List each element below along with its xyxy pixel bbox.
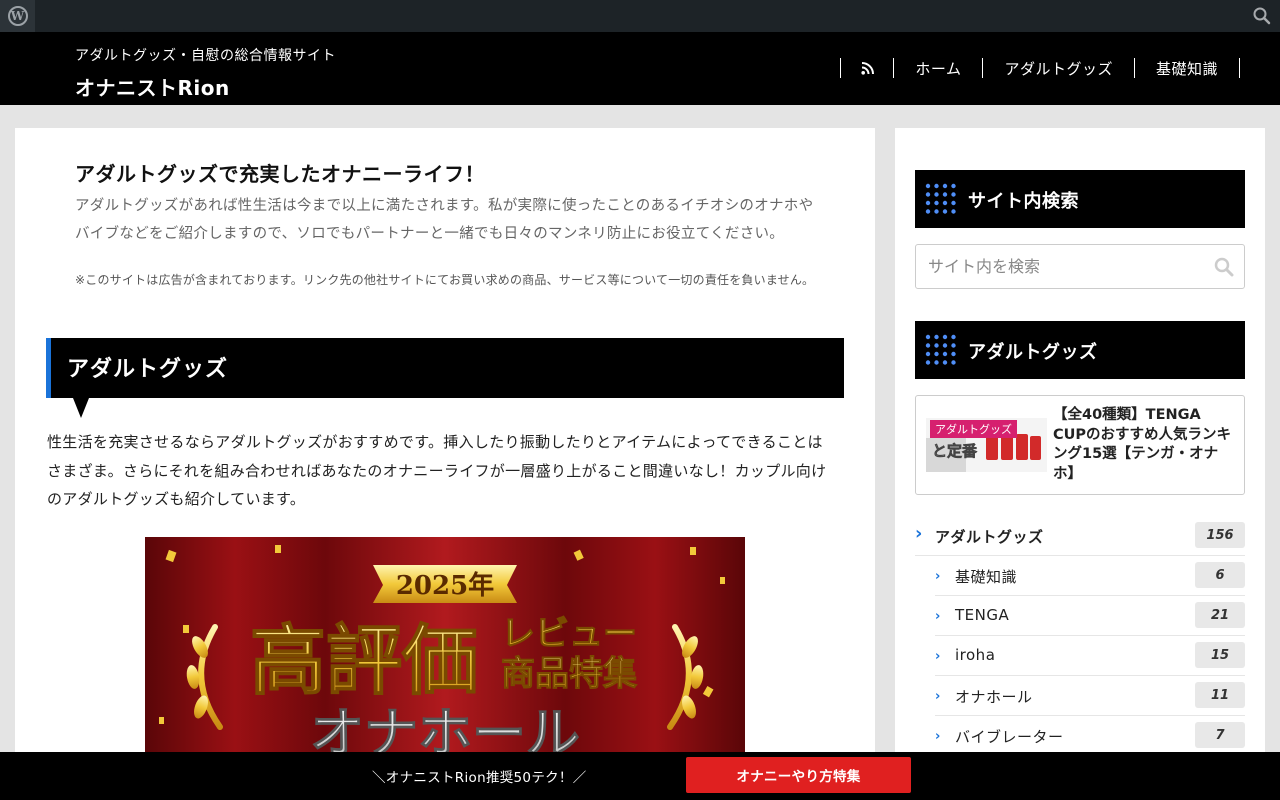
category-item[interactable]: › 基礎知識 6 [935,556,1245,596]
footer-cta-text: ＼オナニストRion推奨50テク！／ [372,770,587,786]
category-count: 156 [1195,522,1245,548]
goods-widget-title: アダルトグッズ [968,342,1098,363]
category-label: 基礎知識 [955,568,1018,586]
nav-adult-goods[interactable]: アダルトグッズ [983,58,1135,78]
category-label: iroha [955,646,996,664]
banner-sub2: 商品特集 [501,654,637,694]
category-label: アダルトグッズ [935,528,1044,546]
chevron-right-icon: › [915,523,923,544]
chevron-right-icon: › [935,609,941,624]
footer-cta-bar: ＼オナニストRion推奨50テク！／ オナニーやり方特集 [0,752,1280,800]
category-count: 15 [1195,642,1245,668]
goods-widget-heading: アダルトグッズ [915,321,1245,379]
nav-home[interactable]: ホーム [894,58,984,78]
admin-search-icon[interactable] [1252,6,1272,26]
category-count: 6 [1195,562,1245,588]
post-title[interactable]: 【全40種類】TENGA CUPのおすすめ人気ランキング15選【テンガ・オナホ】 [1053,406,1235,484]
rss-icon [861,62,875,75]
site-tagline: アダルトグッズ・自慰の総合情報サイト [75,48,336,64]
nav-basics[interactable]: 基礎知識 [1135,58,1240,78]
category-label: バイブレーター [955,728,1064,746]
wordpress-logo-icon[interactable]: W [0,0,35,32]
category-label: オナホール [955,688,1033,706]
heading-tail [73,398,89,418]
rss-link[interactable] [841,58,895,78]
category-count: 11 [1195,682,1245,708]
chevron-right-icon: › [935,649,941,664]
banner-main-text: 高評価 [250,616,478,705]
category-item[interactable]: › オナホール 11 [935,676,1245,716]
global-nav: ホーム アダルトグッズ 基礎知識 [840,58,1240,78]
intro-text: アダルトグッズがあれば性生活は今まで以上に満たされます。私が実際に使ったことのあ… [75,198,814,242]
search-widget-heading: サイト内検索 [915,170,1245,228]
section-heading-label: アダルトグッズ [67,357,229,382]
featured-post-card[interactable]: と定番 アダルトグッズ 【全40種類】TENGA CUPのおすすめ人気ランキング… [915,395,1245,495]
category-count: 21 [1195,602,1245,628]
category-item[interactable]: › iroha 15 [935,636,1245,676]
ad-disclaimer: ※このサイトは広告が含まれております。リンク先の他社サイトにてお買い求めの商品、… [75,273,815,287]
category-count: 7 [1195,722,1245,748]
category-item[interactable]: › アダルトグッズ 156 [915,516,1245,556]
category-list: › アダルトグッズ 156 › 基礎知識 6 › TENGA 21 › iroh… [915,516,1245,756]
chevron-right-icon: › [935,689,941,704]
admin-bar: W [0,0,1280,32]
dots-grid-icon [925,183,956,214]
section-heading: アダルトグッズ [46,338,844,418]
wordpress-logo-letter: W [7,6,28,26]
site-header: アダルトグッズ・自慰の総合情報サイト オナニストRion ホーム アダルトグッズ… [0,32,1280,105]
footer-cta-button[interactable]: オナニーやり方特集 [686,757,911,793]
intro-title: アダルトグッズで充実したオナニーライフ！ [75,162,485,186]
thumb-text: と定番 [932,442,978,460]
site-search-input[interactable] [916,245,1196,288]
site-title[interactable]: オナニストRion [75,72,230,101]
category-item[interactable]: › バイブレーター 7 [935,716,1245,756]
sidebar: サイト内検索 アダルトグッズ [895,128,1265,800]
site-search [915,244,1245,289]
banner-year: 2025年 [396,570,494,601]
dots-grid-icon [925,334,956,365]
banner-sub1: レビュー [501,614,637,654]
post-thumbnail: と定番 アダルトグッズ [926,418,1047,472]
search-icon[interactable] [1214,257,1234,277]
main-content: アダルトグッズで充実したオナニーライフ！ アダルトグッズがあれば性生活は今まで以… [15,128,875,800]
chevron-right-icon: › [935,569,941,584]
category-item[interactable]: › TENGA 21 [935,596,1245,636]
chevron-right-icon: › [935,729,941,744]
category-label: TENGA [955,606,1010,624]
post-category-badge: アダルトグッズ [930,420,1017,438]
section-text: 性生活を充実させるならアダルトグッズがおすすめです。挿入したり振動したりとアイテ… [47,433,827,508]
search-widget-title: サイト内検索 [968,191,1079,212]
